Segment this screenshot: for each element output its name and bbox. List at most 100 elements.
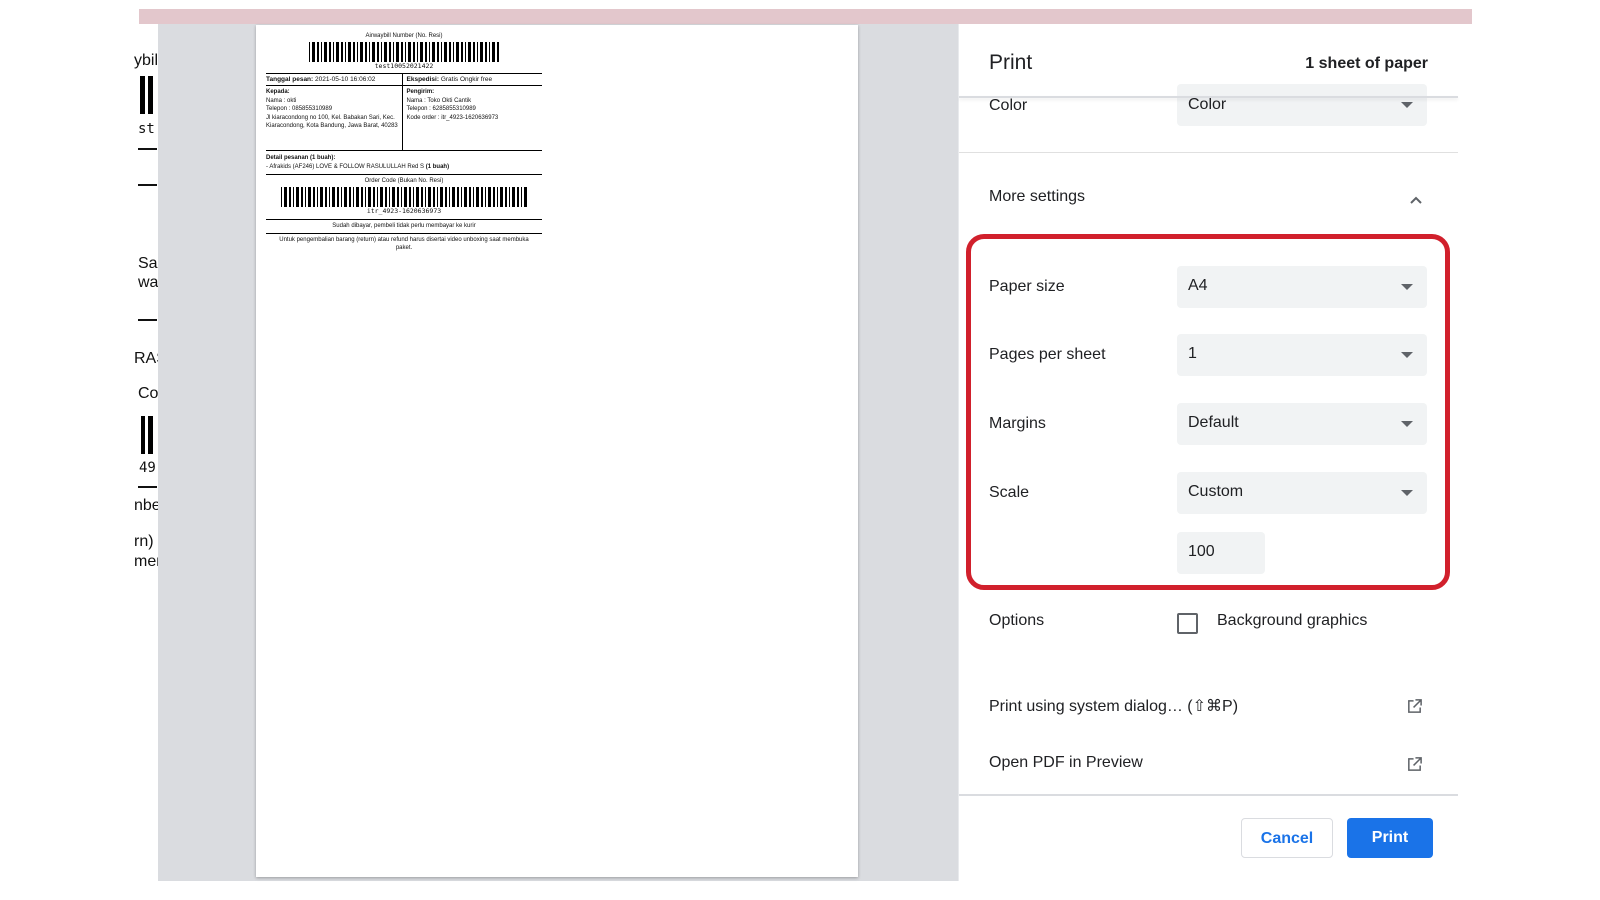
barcode-bar — [492, 42, 495, 62]
bg-barcode-bar — [141, 416, 145, 454]
barcode-bar — [433, 187, 435, 207]
barcode-bar — [348, 42, 351, 62]
date-value: 2021-05-10 16:06:02 — [315, 76, 376, 83]
open-external-icon[interactable] — [1406, 756, 1423, 773]
caret-down-icon — [1401, 102, 1413, 108]
barcode-bar — [389, 42, 391, 62]
barcode-bar — [312, 42, 315, 62]
to-address: Jl kiaracondong no 100, Kel. Babakan Sar… — [266, 114, 398, 130]
barcode-bar — [405, 42, 406, 62]
sheet-count: 1 sheet of paper — [1305, 55, 1428, 72]
barcode-bar — [281, 187, 282, 207]
cancel-button[interactable]: Cancel — [1241, 818, 1333, 858]
barcode-bar — [397, 187, 399, 207]
barcode-bar — [396, 42, 399, 62]
barcode-bar — [417, 42, 418, 62]
barcode-bar — [449, 42, 451, 62]
barcode-bar — [457, 187, 459, 207]
to-phone: Telepon : 085855310989 — [266, 106, 333, 112]
barcode-bar — [393, 42, 394, 62]
barcode-bar — [428, 187, 431, 207]
return-note: Untuk pengembalian barang (return) atau … — [279, 236, 529, 252]
barcode-bar — [296, 187, 299, 207]
color-select[interactable]: Color — [1177, 84, 1427, 126]
date-label: Tanggal pesan: — [266, 76, 314, 83]
bg-fragment: nbe — [134, 497, 161, 514]
barcode-bar — [341, 187, 342, 207]
footer-separator — [959, 794, 1458, 796]
barcode-bar — [284, 187, 287, 207]
chevron-up-icon[interactable] — [1407, 191, 1425, 209]
barcode-bar — [480, 42, 483, 62]
barcode-bar — [377, 187, 378, 207]
barcode-bar — [381, 42, 382, 62]
barcode-bar — [473, 42, 475, 62]
shipping-label: Airwaybill Number (No. Resi) test1005202… — [266, 33, 542, 255]
barcode-bar — [409, 187, 411, 207]
header-separator — [959, 96, 1458, 98]
background-graphics-checkbox[interactable] — [1177, 613, 1198, 634]
bg-fragment: Sa — [138, 255, 158, 272]
barcode-bar — [308, 187, 311, 207]
barcode-bar — [461, 42, 463, 62]
barcode-bar — [437, 42, 439, 62]
system-dialog-link[interactable]: Print using system dialog… (⇧⌘P) — [989, 696, 1238, 716]
detail-label: Detail pesanan (1 buah): — [266, 155, 336, 161]
from-phone: Telepon : 6285855310989 — [406, 106, 476, 112]
bg-rule — [138, 319, 157, 321]
barcode-bar — [485, 187, 486, 207]
barcode-bar — [353, 187, 354, 207]
barcode-bar — [329, 42, 331, 62]
barcode-bar — [309, 42, 310, 62]
barcode-bar — [452, 187, 455, 207]
open-pdf-link[interactable]: Open PDF in Preview — [989, 754, 1143, 772]
options-label: Options — [989, 612, 1045, 629]
label-address-row: Kepada: Nama : okti Telepon : 0858553109… — [266, 85, 542, 150]
barcode-bar — [357, 42, 358, 62]
order-code: itr_4923-1620636973 — [366, 207, 442, 215]
bg-rule — [138, 486, 157, 488]
barcode-bar — [461, 187, 462, 207]
highlight-box — [966, 234, 1450, 590]
detail-qty: (1 buah) — [425, 163, 450, 170]
barcode-bar — [385, 187, 387, 207]
barcode-bar — [453, 42, 454, 62]
barcode-bar — [497, 187, 498, 207]
barcode-bar — [380, 187, 383, 207]
barcode-bar — [345, 42, 346, 62]
barcode-bar — [360, 42, 363, 62]
barcode-bar — [493, 187, 495, 207]
label-date-row: Tanggal pesan: 2021-05-10 16:06:02 Ekspe… — [266, 73, 542, 85]
barcode-bar — [468, 42, 471, 62]
barcode-bar — [420, 42, 423, 62]
barcode-bar — [485, 42, 487, 62]
barcode-bar — [305, 187, 306, 207]
barcode-bar — [401, 187, 402, 207]
barcode-bar — [389, 187, 390, 207]
barcode-bar — [456, 42, 459, 62]
print-button[interactable]: Print — [1347, 818, 1433, 858]
bg-fragment: wa — [138, 274, 159, 291]
background-graphics-label[interactable]: Background graphics — [1217, 612, 1367, 630]
bg-fragment: st — [138, 121, 155, 137]
barcode-bar — [368, 187, 371, 207]
barcode-bar — [408, 42, 411, 62]
window-top-bar — [139, 9, 1472, 24]
barcode-bar — [324, 42, 327, 62]
barcode-bar — [401, 42, 403, 62]
to-label: Kepada: — [266, 89, 290, 95]
barcode-bar — [489, 42, 490, 62]
barcode-bar — [337, 187, 339, 207]
barcode-bar — [317, 42, 319, 62]
barcode-bar — [473, 187, 474, 207]
barcode-bar — [384, 42, 387, 62]
barcode-bar — [429, 42, 430, 62]
more-settings-toggle[interactable]: More settings — [989, 188, 1085, 206]
barcode-bar — [413, 187, 414, 207]
barcode-bar — [377, 42, 379, 62]
barcode-bar — [444, 42, 447, 62]
order-code-barcode — [281, 187, 527, 207]
barcode-bar — [421, 187, 423, 207]
barcode-bar — [289, 187, 291, 207]
open-external-icon[interactable] — [1406, 698, 1423, 715]
